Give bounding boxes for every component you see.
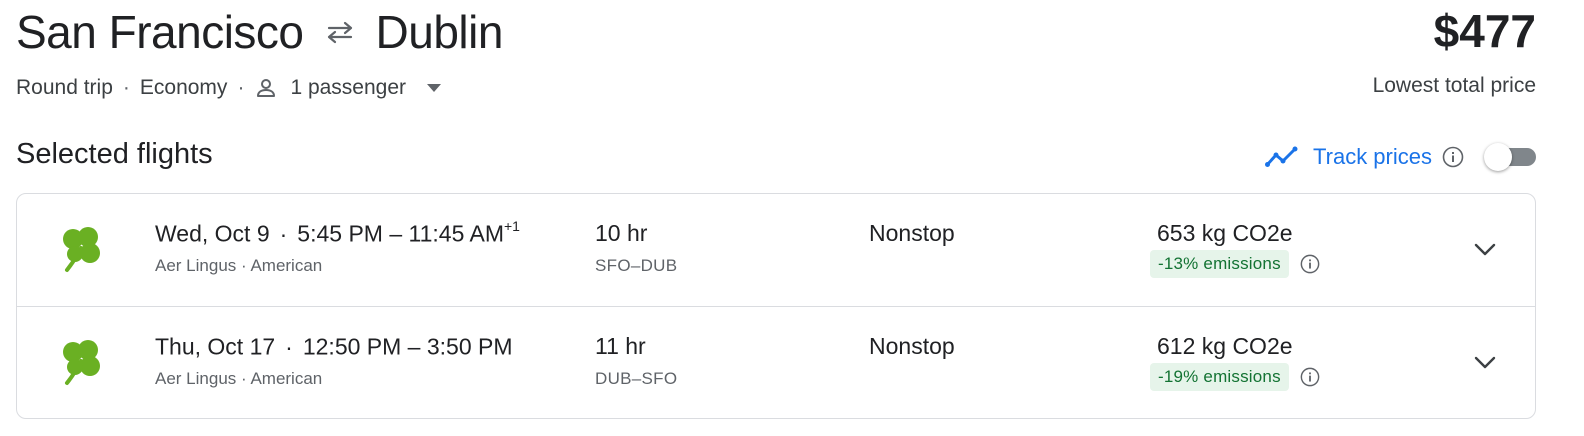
passenger-count: 1 passenger (290, 76, 407, 99)
person-icon (254, 75, 280, 101)
time-range: 5:45 PM – 11:45 AM (297, 220, 504, 247)
trip-options: Round trip · Economy · 1 passenger (16, 72, 444, 104)
toggle-knob (1484, 143, 1512, 171)
flight-row-return[interactable]: Thu, Oct 17 · 12:50 PM – 3:50 PM Aer Lingu… (17, 306, 1535, 418)
emissions-badge-row: -13% emissions (1150, 250, 1321, 278)
airport-codes: DUB–SFO (595, 369, 678, 388)
chevron-down-icon[interactable] (1467, 232, 1503, 268)
aer-lingus-shamrock-icon (53, 220, 109, 276)
section-title: Selected flights (16, 138, 213, 170)
aer-lingus-shamrock-icon (53, 333, 109, 389)
destination-city: Dublin (375, 6, 504, 58)
flight-row-outbound[interactable]: Wed, Oct 9 · 5:45 PM – 11:45 AM+1 Aer Ling… (17, 194, 1535, 306)
trending-up-icon (1265, 143, 1301, 171)
trip-header: San Francisco Dublin $477 Round trip · E… (16, 0, 1536, 120)
emissions-badge: -13% emissions (1150, 250, 1289, 278)
chevron-down-icon[interactable] (1467, 345, 1503, 381)
trip-type: Round trip (16, 76, 113, 99)
separator-dot: · (279, 220, 288, 247)
time-range: 12:50 PM – 3:50 PM (302, 333, 513, 360)
stops-label: Nonstop (869, 220, 955, 246)
day-offset: +1 (504, 218, 520, 234)
route-title: San Francisco Dublin (16, 4, 503, 60)
emissions-value: 653 kg CO2e (1157, 220, 1293, 246)
cabin-class: Economy (139, 76, 228, 99)
emissions-value: 612 kg CO2e (1157, 333, 1293, 359)
separator-dot: · (285, 333, 293, 360)
selected-flights-header: Selected flights Track prices (16, 134, 1536, 178)
track-prices: Track prices (1265, 140, 1536, 174)
flight-times: Thu, Oct 17 · 12:50 PM – 3:50 PM (155, 333, 513, 361)
swap-arrows-icon (318, 12, 362, 52)
flight-date: Thu, Oct 17 (155, 333, 276, 360)
caret-down-icon[interactable] (424, 78, 444, 98)
airline-names: Aer Lingus · American (155, 256, 323, 275)
track-prices-toggle[interactable] (1484, 143, 1536, 171)
separator-dot: · (237, 76, 245, 99)
separator-dot: · (122, 76, 130, 99)
passenger-selector[interactable]: 1 passenger (254, 75, 444, 101)
flight-times: Wed, Oct 9 · 5:45 PM – 11:45 AM+1 (155, 218, 520, 248)
info-icon[interactable] (1299, 253, 1321, 275)
emissions-badge-row: -19% emissions (1150, 363, 1321, 391)
info-icon[interactable] (1442, 146, 1464, 168)
stops-label: Nonstop (869, 333, 955, 359)
flight-duration: 11 hr (595, 333, 646, 359)
total-price: $477 (1433, 5, 1536, 57)
origin-city: San Francisco (16, 6, 304, 58)
flights-list: Wed, Oct 9 · 5:45 PM – 11:45 AM+1 Aer Ling… (16, 193, 1536, 419)
airline-names: Aer Lingus · American (155, 369, 323, 388)
flight-date: Wed, Oct 9 (155, 220, 270, 247)
flight-duration: 10 hr (595, 220, 648, 246)
emissions-badge: -19% emissions (1150, 363, 1289, 391)
price-note: Lowest total price (1372, 74, 1536, 97)
track-prices-label[interactable]: Track prices (1313, 144, 1432, 170)
info-icon[interactable] (1299, 366, 1321, 388)
airport-codes: SFO–DUB (595, 256, 678, 275)
